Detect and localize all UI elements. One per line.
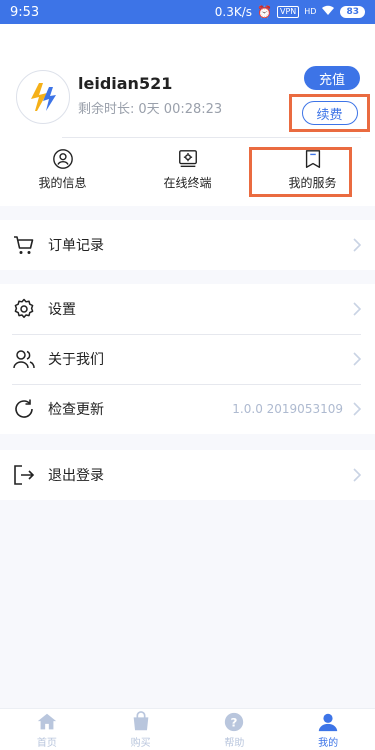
menu-group-orders: 订单记录 [0, 220, 375, 270]
remaining-label: 剩余时长: [78, 102, 135, 117]
action-online-terminal[interactable]: 在线终端 [125, 148, 250, 198]
menu-group-settings: 设置 关于我们 检查更新 1.0.0 2019053109 [0, 284, 375, 434]
nav-help[interactable]: ? 帮助 [188, 709, 282, 750]
vpn-badge: VPN [277, 6, 300, 18]
menu-item-logout[interactable]: 退出登录 [0, 450, 375, 500]
status-indicators: 0.3K/s ⏰ VPN HD 83 [215, 5, 365, 19]
chevron-right-icon [353, 352, 362, 366]
alarm-icon: ⏰ [257, 5, 272, 19]
avatar[interactable] [16, 70, 70, 124]
nav-mine[interactable]: 我的 [281, 709, 375, 750]
menu-item-orders[interactable]: 订单记录 [0, 220, 375, 270]
chevron-right-icon [353, 468, 362, 482]
profile-card: leidian521 剩余时长: 0天 00:28:23 充值 续费 我的信息 … [0, 24, 375, 206]
action-label: 在线终端 [163, 176, 212, 190]
status-time: 9:53 [10, 4, 40, 20]
action-my-service[interactable]: 我的服务 [250, 148, 375, 198]
nav-home[interactable]: 首页 [0, 709, 94, 750]
nav-label: 我的 [318, 737, 339, 749]
menu-label: 关于我们 [48, 352, 104, 368]
user-circle-icon [52, 149, 73, 169]
menu-label: 退出登录 [48, 468, 104, 484]
renew-highlight: 续费 [289, 94, 370, 132]
action-my-info[interactable]: 我的信息 [0, 148, 125, 198]
action-label: 我的信息 [38, 176, 87, 190]
menu-item-check-update[interactable]: 检查更新 1.0.0 2019053109 [0, 384, 375, 434]
nav-label: 首页 [36, 737, 57, 749]
shopping-bag-icon [133, 710, 148, 730]
terminal-gear-icon [178, 150, 197, 168]
remaining-value: 0天 00:28:23 [138, 102, 223, 117]
chevron-right-icon [353, 402, 362, 416]
menu-label: 设置 [48, 302, 76, 318]
battery-indicator: 83 [340, 6, 365, 18]
gear-icon [14, 298, 34, 319]
cart-icon [14, 236, 34, 254]
profile-icon [318, 713, 338, 731]
menu-group-logout: 退出登录 [0, 450, 375, 500]
renew-button[interactable]: 续费 [301, 101, 358, 125]
menu-item-settings[interactable]: 设置 [0, 284, 375, 334]
bottom-nav: 首页 购买 ? 帮助 我的 [0, 708, 375, 750]
home-icon [37, 713, 57, 729]
net-speed: 0.3K/s [214, 5, 253, 19]
svg-text:?: ? [231, 715, 238, 729]
remaining-time: 剩余时长: 0天 00:28:23 [78, 98, 222, 117]
menu-label: 订单记录 [48, 238, 104, 254]
action-label: 我的服务 [288, 176, 337, 190]
refresh-icon [15, 399, 33, 418]
chevron-right-icon [353, 302, 362, 316]
quick-actions: 我的信息 在线终端 我的服务 [0, 148, 375, 198]
menu-label: 检查更新 [48, 402, 104, 418]
nav-label: 购买 [130, 737, 151, 749]
recharge-button[interactable]: 充值 [304, 66, 360, 90]
help-icon: ? [225, 712, 244, 731]
lightning-logo-icon [31, 83, 56, 111]
users-icon [13, 350, 35, 369]
logout-icon [14, 465, 35, 485]
divider [62, 137, 361, 138]
nav-label: 帮助 [224, 737, 245, 749]
nav-buy[interactable]: 购买 [94, 709, 188, 750]
chevron-right-icon [353, 238, 362, 252]
menu-item-about[interactable]: 关于我们 [0, 334, 375, 384]
status-bar: 9:53 0.3K/s ⏰ VPN HD 83 [0, 0, 375, 24]
hd-signal-icon: HD [304, 7, 317, 16]
wifi-icon [321, 5, 335, 19]
version-value: 1.0.0 2019053109 [232, 402, 343, 416]
username: leidian521 [78, 74, 173, 93]
bookmark-icon [305, 150, 320, 168]
